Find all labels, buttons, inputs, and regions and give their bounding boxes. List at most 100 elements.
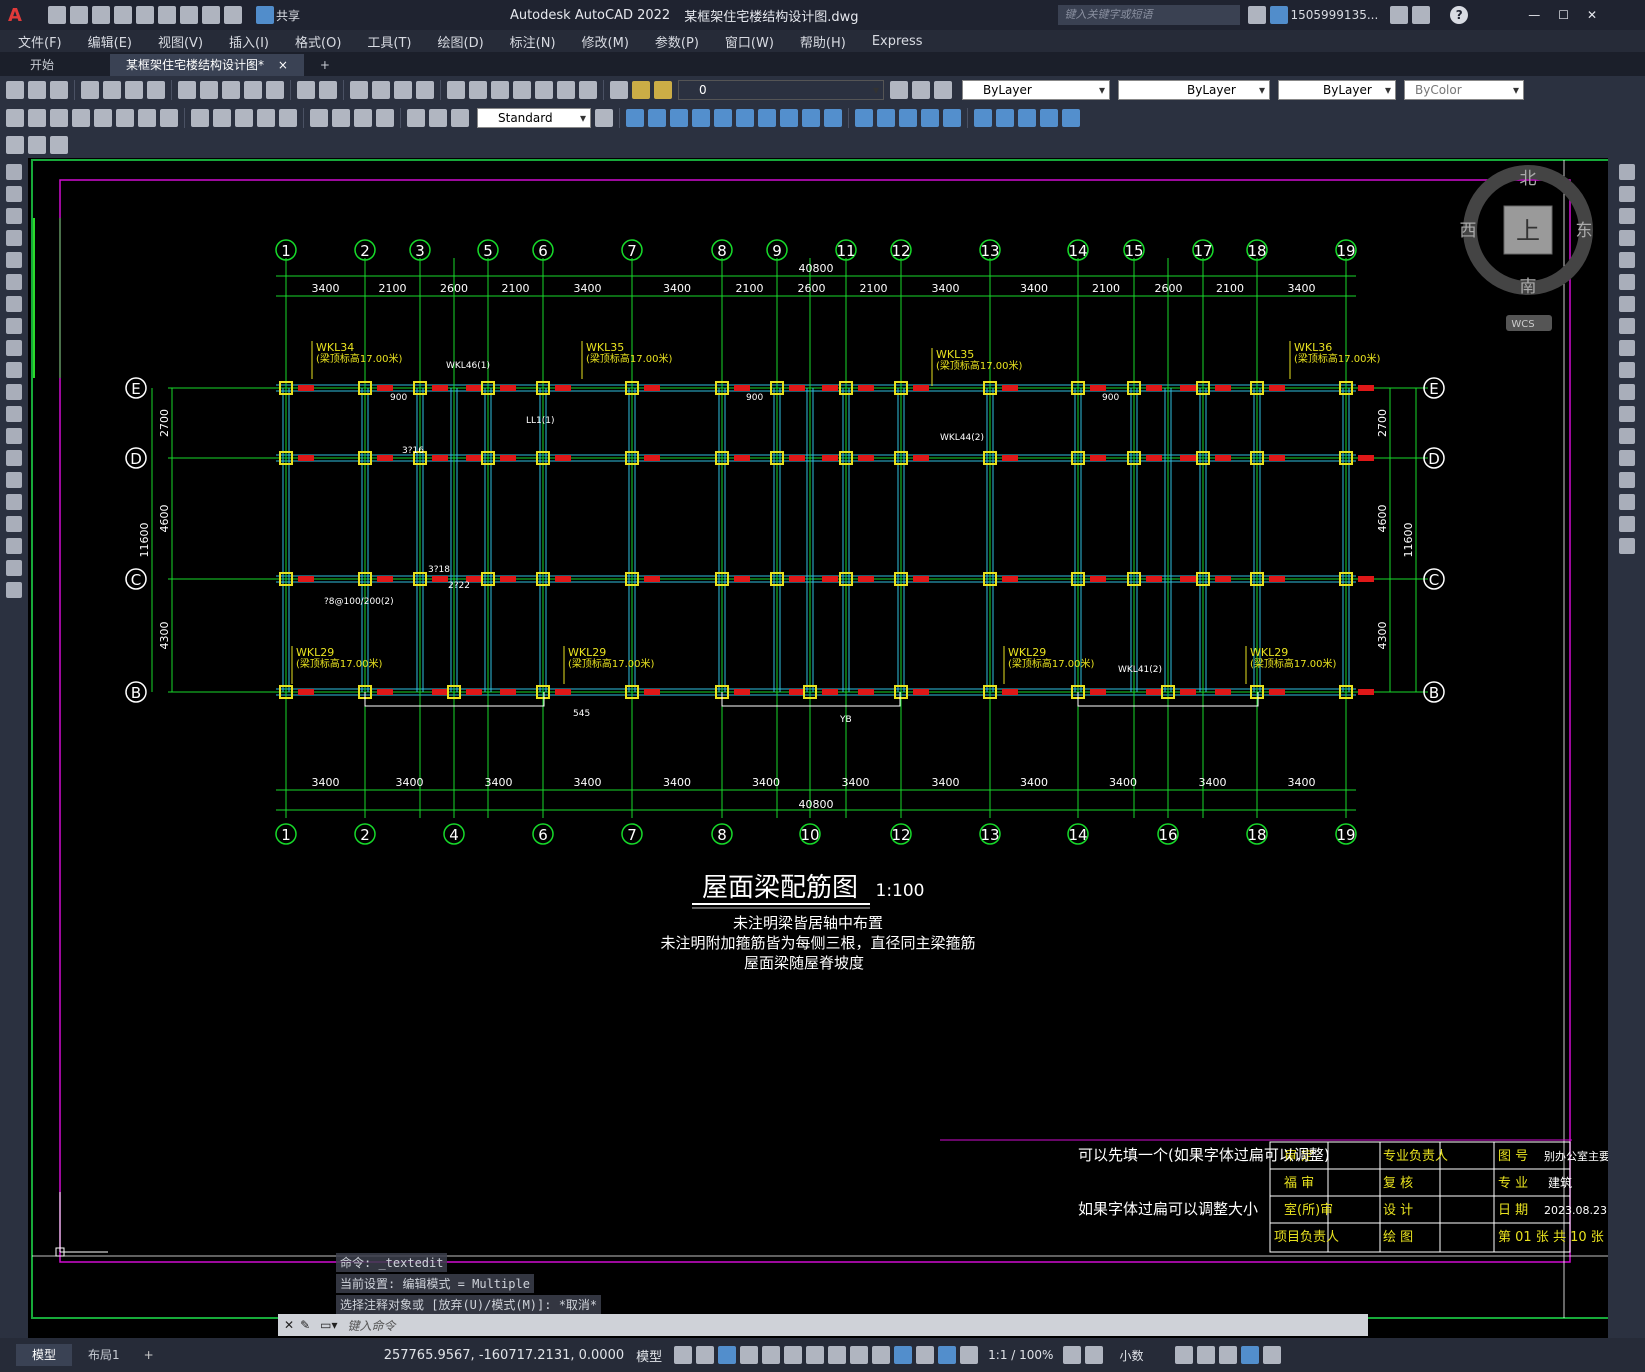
quick-properties-icon[interactable] [6, 136, 24, 154]
close-icon[interactable]: ✕ [1587, 8, 1597, 22]
preview-icon[interactable] [103, 81, 121, 99]
menu-file[interactable]: 文件(F) [18, 32, 62, 51]
view-right-icon[interactable] [692, 109, 710, 127]
line-icon[interactable] [6, 164, 22, 180]
svg-text:西[interactable]: 西 [1460, 221, 1477, 241]
redo-icon[interactable] [223, 6, 242, 24]
hardware-accel-icon[interactable] [1219, 1346, 1238, 1364]
tab-drawing[interactable]: 某框架住宅楼结构设计图* × [110, 54, 304, 76]
isodraft-icon[interactable] [762, 1346, 781, 1364]
svg-text:南[interactable]: 南 [1520, 277, 1537, 297]
tab-layout1[interactable]: 布局1 [72, 1344, 136, 1366]
arc-length-icon[interactable] [50, 109, 68, 127]
search-icon[interactable] [1248, 6, 1267, 24]
view-bottom-icon[interactable] [648, 109, 666, 127]
autocad-logo-icon[interactable]: A [8, 5, 22, 26]
aligned-dim-icon[interactable] [28, 109, 46, 127]
ucs-object-icon[interactable] [1062, 109, 1080, 127]
arc-icon[interactable] [6, 274, 22, 290]
ortho-icon[interactable] [718, 1346, 737, 1364]
view-ne-icon[interactable] [802, 109, 820, 127]
save-as-icon[interactable] [113, 6, 132, 24]
ucs-world-icon[interactable] [996, 109, 1014, 127]
coordinate-readout[interactable]: 257765.9567, -160717.2131, 0.0000 [384, 1348, 624, 1363]
lineweight-icon[interactable] [828, 1346, 847, 1364]
a360-icon[interactable] [1412, 6, 1431, 24]
svg-text:东[interactable]: 东 [1576, 221, 1593, 241]
transparency-icon[interactable] [850, 1346, 869, 1364]
menu-express[interactable]: Express [872, 34, 923, 49]
print-icon[interactable] [81, 81, 99, 99]
ucs-previous-icon[interactable] [1018, 109, 1036, 127]
menu-draw[interactable]: 绘图(D) [438, 32, 484, 51]
design-center-icon[interactable] [469, 81, 487, 99]
dim-break-icon[interactable] [279, 109, 297, 127]
revision-cloud-icon[interactable] [6, 318, 22, 334]
clean-screen-icon[interactable] [1241, 1346, 1260, 1364]
break-icon[interactable] [1618, 428, 1635, 444]
menu-tools[interactable]: 工具(T) [367, 32, 411, 51]
menu-edit[interactable]: 编辑(E) [88, 32, 132, 51]
share-button[interactable]: 共享 [276, 7, 300, 24]
polygon-icon[interactable] [6, 230, 22, 246]
color-dropdown[interactable]: ByLayer [962, 80, 1110, 100]
menu-dimension[interactable]: 标注(N) [510, 32, 556, 51]
lineweight-dropdown[interactable]: ByLayer [1278, 80, 1396, 100]
customize-icon[interactable]: ✎ [300, 1318, 310, 1332]
share-icon[interactable] [255, 6, 274, 24]
join-icon[interactable] [1618, 450, 1635, 466]
open-icon[interactable] [28, 81, 46, 99]
new-file-icon[interactable] [47, 6, 66, 24]
pan-icon[interactable] [350, 81, 368, 99]
dim-style-icon[interactable] [595, 109, 613, 127]
title-block-overlay[interactable]: 可以先填一个(如果字体过扁可以调整) [1078, 1146, 1330, 1164]
annotation-scale[interactable]: 1:1 / 100% [988, 1348, 1053, 1362]
dim-space-icon[interactable] [257, 109, 275, 127]
layer-on-icon[interactable] [632, 81, 650, 99]
zoom-previous-icon[interactable] [416, 81, 434, 99]
explode-icon[interactable] [1618, 538, 1635, 554]
undo-icon[interactable] [201, 6, 220, 24]
save-icon[interactable] [91, 6, 110, 24]
search-input[interactable]: 键入关键字或短语 [1058, 5, 1241, 25]
tab-start[interactable]: 开始 [14, 54, 70, 76]
plot-icon[interactable] [179, 6, 198, 24]
visual-style-2d-icon[interactable] [855, 109, 873, 127]
osnap-icon[interactable] [806, 1346, 825, 1364]
maximize-icon[interactable]: ☐ [1558, 8, 1569, 22]
menu-help[interactable]: 帮助(H) [800, 32, 846, 51]
baseline-dim-icon[interactable] [213, 109, 231, 127]
open-file-icon[interactable] [69, 6, 88, 24]
break-at-point-icon[interactable] [1618, 406, 1635, 422]
fillet-icon[interactable] [1618, 494, 1635, 510]
layer-states-icon[interactable] [934, 81, 952, 99]
visual-style-conceptual-icon[interactable] [943, 109, 961, 127]
calculator-icon[interactable] [557, 81, 575, 99]
visual-style-3d-icon[interactable] [877, 109, 895, 127]
snap-icon[interactable] [696, 1346, 715, 1364]
blend-icon[interactable] [1618, 516, 1635, 532]
plotstyle-dropdown[interactable]: ByColor [1404, 80, 1524, 100]
extend-icon[interactable] [1618, 384, 1635, 400]
construction-line-icon[interactable] [6, 186, 22, 202]
zoom-window-icon[interactable] [394, 81, 412, 99]
block-editor-icon[interactable] [266, 81, 284, 99]
move-icon[interactable] [1618, 274, 1635, 290]
osnap-tracking-icon[interactable] [784, 1346, 803, 1364]
copy-object-icon[interactable] [1618, 186, 1635, 202]
express-tools-icon[interactable] [28, 136, 46, 154]
grid-icon[interactable] [674, 1346, 693, 1364]
layer-freeze-icon[interactable] [654, 81, 672, 99]
close-command-icon[interactable]: ✕ [284, 1318, 294, 1332]
view-left-icon[interactable] [670, 109, 688, 127]
layer-dropdown[interactable]: 0 [678, 80, 884, 100]
redo-icon[interactable] [319, 81, 337, 99]
gradient-icon[interactable] [6, 494, 22, 510]
continue-dim-icon[interactable] [235, 109, 253, 127]
zoom-realtime-icon[interactable] [372, 81, 390, 99]
3d-dwf-icon[interactable] [147, 81, 165, 99]
layer-previous-icon[interactable] [912, 81, 930, 99]
annotation-visibility-icon[interactable] [938, 1346, 957, 1364]
plus-icon[interactable] [1085, 1346, 1104, 1364]
ucs-face-icon[interactable] [1040, 109, 1058, 127]
